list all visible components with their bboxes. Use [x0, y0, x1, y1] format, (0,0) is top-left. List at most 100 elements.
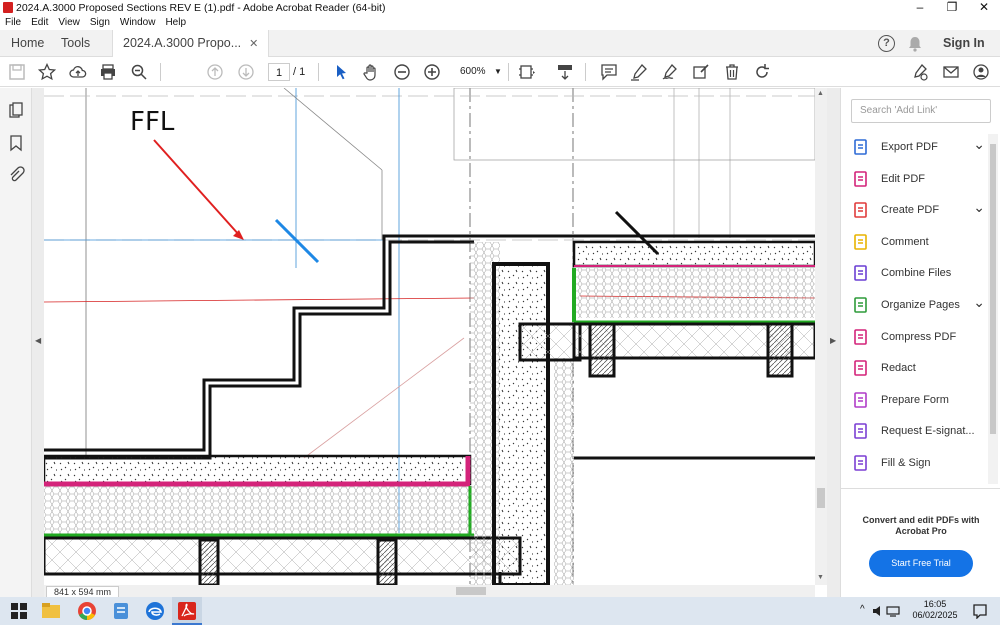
tool-compress-pdf[interactable]: Compress PDF: [851, 324, 991, 350]
system-tray-chevron-icon[interactable]: ^: [860, 604, 865, 615]
highlight-pen-icon[interactable]: [628, 62, 650, 82]
grid-line: [453, 88, 815, 161]
close-window-button[interactable]: ✕: [969, 0, 999, 16]
maximize-button[interactable]: ❐: [937, 0, 967, 16]
joist: [198, 538, 220, 585]
menu-view[interactable]: View: [53, 16, 85, 30]
windows-start-icon[interactable]: [8, 600, 30, 622]
right-pane-collapse[interactable]: ▶: [827, 88, 840, 597]
draw-sign-icon[interactable]: [659, 62, 681, 82]
tool-organize-pages[interactable]: Organize Pages ⌄: [851, 292, 991, 318]
tab-close-icon[interactable]: ✕: [249, 38, 258, 50]
tool-label: Create PDF: [881, 204, 940, 217]
concrete-wall: [492, 262, 550, 585]
notifications-icon[interactable]: [972, 603, 988, 619]
beam: [518, 322, 582, 362]
tab-tools[interactable]: Tools: [61, 30, 90, 57]
page-fit-icon[interactable]: [516, 62, 538, 82]
edit-text-icon[interactable]: [690, 62, 712, 82]
clock-time: 16:05: [923, 599, 947, 609]
delete-icon[interactable]: [721, 62, 743, 82]
page-number-input[interactable]: 1: [268, 63, 290, 81]
bookmarks-icon[interactable]: [7, 134, 25, 152]
tab-bar: Home Tools 2024.A.3000 Propo... ✕ ? Sign …: [0, 30, 1000, 57]
concrete-slab: [44, 536, 522, 576]
hand-tool-icon[interactable]: [360, 62, 382, 82]
grid-line: [283, 88, 383, 171]
blue-level-marker: [274, 218, 320, 264]
tool-export-pdf[interactable]: Export PDF ⌄: [851, 134, 991, 160]
print-icon[interactable]: [97, 62, 119, 82]
scroll-mode-icon[interactable]: [554, 62, 576, 82]
horizontal-scrollbar[interactable]: [44, 585, 815, 597]
zoom-out-icon[interactable]: [391, 62, 413, 82]
next-page-icon[interactable]: [235, 62, 257, 82]
page-thumbnails-icon[interactable]: [7, 102, 25, 120]
menu-help[interactable]: Help: [160, 16, 191, 30]
menu-edit[interactable]: Edit: [26, 16, 53, 30]
file-explorer-icon[interactable]: [40, 600, 62, 622]
minimize-button[interactable]: –: [905, 0, 935, 16]
acrobat-taskbar-button[interactable]: [172, 597, 202, 625]
insulation-layer: [554, 358, 574, 585]
tool-create-pdf[interactable]: Create PDF ⌄: [851, 197, 991, 223]
collapse-left-icon[interactable]: ◀: [35, 336, 41, 345]
edge-icon[interactable]: [144, 600, 166, 622]
comment-icon[interactable]: [598, 62, 620, 82]
bell-icon[interactable]: [906, 35, 924, 53]
collapse-right-icon[interactable]: ▶: [830, 336, 836, 345]
chevron-down-icon: ▼: [494, 67, 502, 76]
tool-label: Fill & Sign: [881, 457, 931, 469]
acrobat-app-icon: [3, 2, 13, 13]
zoom-search-icon[interactable]: [128, 62, 150, 82]
chevron-down-icon[interactable]: ⌄: [973, 199, 985, 216]
tool-prepare-form[interactable]: Prepare Form: [851, 387, 991, 413]
menu-file[interactable]: File: [0, 16, 26, 30]
share-link-icon[interactable]: [970, 62, 992, 82]
tab-document[interactable]: 2024.A.3000 Propo... ✕: [112, 30, 270, 57]
start-free-trial-button[interactable]: Start Free Trial: [869, 550, 973, 577]
chevron-down-icon[interactable]: ⌄: [973, 136, 985, 153]
save-icon[interactable]: [6, 62, 28, 82]
prepare-form-icon: [851, 390, 871, 410]
vertical-scrollbar[interactable]: ▲ ▼: [815, 88, 827, 585]
tool-request-esign[interactable]: Request E-signat...: [851, 418, 991, 444]
fill-sign-toolbar-icon[interactable]: [909, 62, 931, 82]
tool-redact[interactable]: Redact: [851, 355, 991, 381]
organize-pages-icon: [851, 295, 871, 315]
bookmark-star-icon[interactable]: [36, 62, 58, 82]
chrome-icon[interactable]: [76, 600, 98, 622]
zoom-level-dropdown[interactable]: 600% ▼: [452, 63, 502, 81]
email-icon[interactable]: [940, 62, 962, 82]
sign-in-button[interactable]: Sign In: [943, 36, 985, 50]
previous-page-icon[interactable]: [204, 62, 226, 82]
tool-combine-files[interactable]: Combine Files: [851, 260, 991, 286]
menu-window[interactable]: Window: [115, 16, 161, 30]
rotate-icon[interactable]: [751, 62, 773, 82]
attachments-icon[interactable]: [7, 166, 25, 184]
zoom-in-icon[interactable]: [421, 62, 443, 82]
help-icon[interactable]: ?: [878, 35, 895, 52]
title-bar: 2024.A.3000 Proposed Sections REV E (1).…: [0, 0, 1000, 16]
tool-label: Request E-signat...: [881, 425, 975, 438]
network-icon[interactable]: [886, 604, 900, 618]
volume-icon[interactable]: [871, 604, 885, 618]
cloud-upload-icon[interactable]: [67, 62, 89, 82]
tool-fill-sign[interactable]: Fill & Sign: [851, 450, 991, 476]
taskbar-clock[interactable]: 16:05 06/02/2025: [905, 599, 965, 621]
redact-icon: [851, 358, 871, 378]
edit-pdf-icon: [851, 169, 871, 189]
screed-layer: [44, 454, 472, 486]
left-pane-collapse[interactable]: ◀: [32, 88, 44, 597]
tool-comment[interactable]: Comment: [851, 229, 991, 255]
tools-search-input[interactable]: Search 'Add Link': [851, 99, 991, 123]
ffl-arrow: [153, 139, 241, 237]
tab-home[interactable]: Home: [11, 30, 44, 57]
chevron-down-icon[interactable]: ⌄: [973, 294, 985, 311]
tool-edit-pdf[interactable]: Edit PDF: [851, 166, 991, 192]
app-icon[interactable]: [110, 600, 132, 622]
menu-sign[interactable]: Sign: [85, 16, 115, 30]
select-cursor-icon[interactable]: [330, 62, 352, 82]
document-view[interactable]: FFL: [44, 88, 815, 585]
grid-line: [303, 337, 465, 459]
